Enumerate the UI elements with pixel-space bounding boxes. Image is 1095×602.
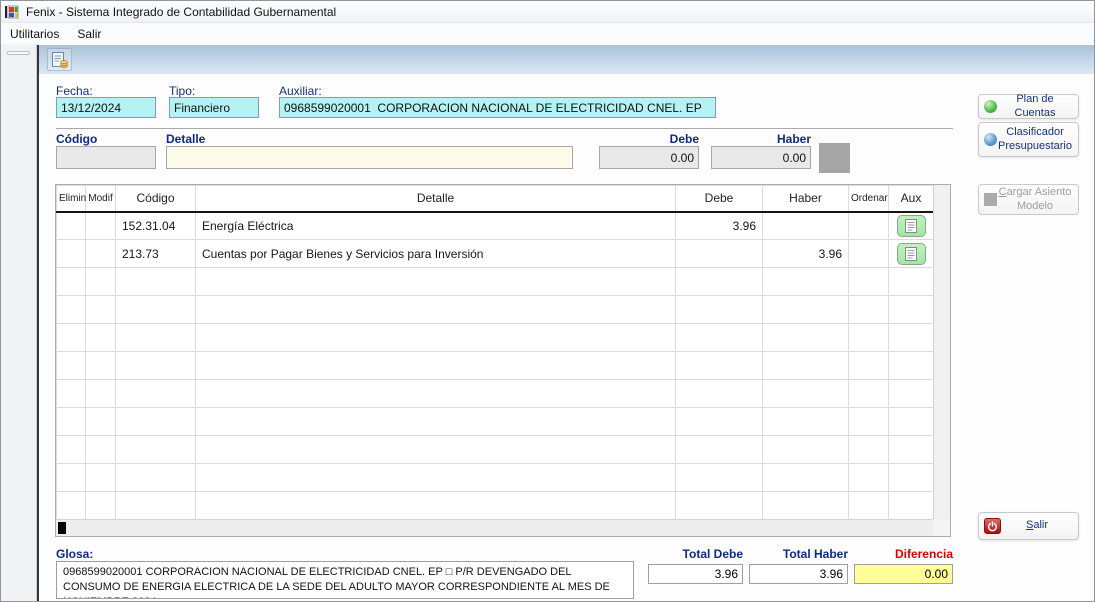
table-row[interactable]: 213.73 Cuentas por Pagar Bienes y Servic… — [57, 240, 934, 268]
horizontal-scrollbar[interactable] — [56, 519, 933, 536]
salir-label: Salir — [1001, 519, 1073, 532]
clasificador-presupuestario-button[interactable]: Clasificador Presupuestario — [978, 122, 1079, 157]
fecha-label: Fecha: — [56, 84, 93, 98]
new-entry-button[interactable] — [47, 48, 72, 71]
diferencia-field — [854, 564, 953, 584]
aux-button[interactable] — [897, 215, 926, 237]
codigo-field[interactable] — [56, 146, 156, 169]
col-debe: Debe — [676, 186, 763, 212]
empty-row[interactable] — [57, 492, 934, 520]
empty-row[interactable] — [57, 408, 934, 436]
diferencia-label: Diferencia — [854, 547, 953, 561]
aux-button[interactable] — [897, 243, 926, 265]
codigo-label: Código — [56, 132, 97, 146]
haber-field[interactable] — [711, 146, 811, 169]
gray-square-icon — [984, 193, 997, 206]
menu-utilitarios[interactable]: Utilitarios — [1, 25, 68, 43]
empty-row[interactable] — [57, 352, 934, 380]
col-codigo: Código — [116, 186, 196, 212]
col-detalle: Detalle — [196, 186, 676, 212]
fecha-field[interactable] — [56, 97, 156, 118]
document-coins-icon — [51, 51, 69, 69]
vertical-scrollbar[interactable] — [933, 185, 950, 519]
debe-field[interactable] — [599, 146, 699, 169]
total-haber-label: Total Haber — [749, 547, 848, 561]
total-debe-label: Total Debe — [648, 547, 743, 561]
cell-haber: 3.96 — [763, 240, 849, 268]
cell-haber — [763, 212, 849, 240]
blue-sphere-icon — [984, 133, 997, 146]
total-debe-field — [648, 564, 743, 584]
empty-row[interactable] — [57, 436, 934, 464]
document-icon — [905, 219, 917, 233]
cell-debe — [676, 240, 763, 268]
app-icon — [5, 4, 21, 20]
document-icon — [905, 247, 917, 261]
tipo-label: Tipo: — [169, 84, 195, 98]
window-title: Fenix - Sistema Integrado de Contabilida… — [26, 5, 336, 19]
debe-label: Debe — [599, 132, 699, 146]
form-separator — [56, 128, 953, 129]
scrollbar-corner — [933, 519, 950, 536]
cell-debe: 3.96 — [676, 212, 763, 240]
auxiliar-field[interactable] — [279, 97, 716, 118]
cell-codigo: 213.73 — [116, 240, 196, 268]
plan-de-cuentas-button[interactable]: Plan de Cuentas — [978, 94, 1079, 119]
add-line-button[interactable] — [819, 143, 850, 173]
empty-row[interactable] — [57, 464, 934, 492]
asiento-table: Elimin Modif Código Detalle Debe Haber O… — [56, 185, 934, 520]
salir-button[interactable]: Salir — [978, 512, 1079, 540]
app-window: Fenix - Sistema Integrado de Contabilida… — [0, 0, 1095, 602]
glosa-label: Glosa: — [56, 547, 93, 561]
detalle-field[interactable] — [166, 146, 573, 169]
empty-row[interactable] — [57, 296, 934, 324]
plan-de-cuentas-label: Plan de Cuentas — [997, 93, 1073, 119]
menu-salir[interactable]: Salir — [68, 25, 110, 43]
cell-detalle: Energía Eléctrica — [196, 212, 676, 240]
haber-label: Haber — [711, 132, 811, 146]
menu-bar: Utilitarios Salir — [1, 24, 1095, 44]
col-aux: Aux — [889, 186, 934, 212]
cargar-asiento-modelo-button: Cargar Asiento Modelo — [978, 184, 1079, 215]
power-icon — [984, 518, 1001, 534]
left-collapsed-panel — [1, 44, 37, 602]
tipo-field[interactable] — [169, 97, 259, 118]
scrollbar-thumb[interactable] — [58, 522, 66, 534]
green-sphere-icon — [984, 100, 997, 113]
total-haber-field — [749, 564, 848, 584]
title-bar: Fenix - Sistema Integrado de Contabilida… — [1, 1, 1095, 23]
col-haber: Haber — [763, 186, 849, 212]
col-elimin: Elimin — [57, 186, 86, 212]
cell-detalle: Cuentas por Pagar Bienes y Servicios par… — [196, 240, 676, 268]
clasificador-label: Clasificador Presupuestario — [997, 126, 1073, 152]
empty-row[interactable] — [57, 380, 934, 408]
table-header-row: Elimin Modif Código Detalle Debe Haber O… — [57, 186, 934, 212]
empty-row[interactable] — [57, 324, 934, 352]
toolbar — [39, 45, 1095, 74]
detalle-label: Detalle — [166, 132, 205, 146]
empty-row[interactable] — [57, 268, 934, 296]
col-ordenar: Ordenar — [849, 186, 889, 212]
panel-splitter-handle[interactable] — [7, 51, 30, 55]
glosa-text-box[interactable]: 0968599020001 CORPORACION NACIONAL DE EL… — [56, 561, 634, 599]
cell-codigo: 152.31.04 — [116, 212, 196, 240]
cargar-asiento-label: Cargar Asiento Modelo — [997, 186, 1073, 212]
auxiliar-label: Auxiliar: — [279, 84, 322, 98]
col-modif: Modif — [86, 186, 116, 212]
table-row[interactable]: 152.31.04 Energía Eléctrica 3.96 — [57, 212, 934, 240]
asiento-grid: Elimin Modif Código Detalle Debe Haber O… — [55, 184, 951, 537]
